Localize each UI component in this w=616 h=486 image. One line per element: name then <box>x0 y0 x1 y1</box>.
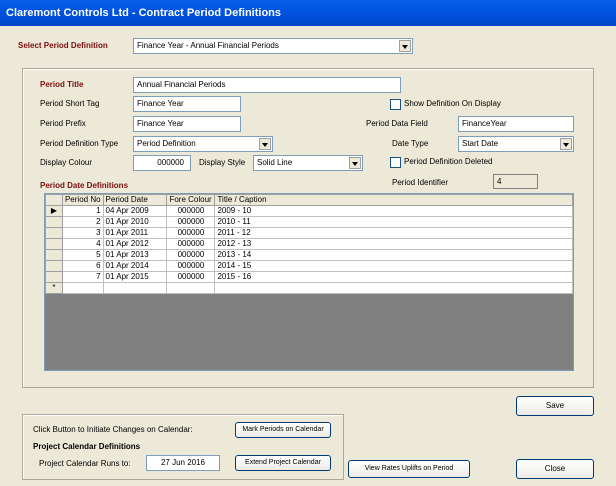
row-selector[interactable] <box>45 249 63 261</box>
cell-period-date[interactable]: 01 Apr 2013 <box>102 249 168 261</box>
cell-title[interactable]: 2011 - 12 <box>214 227 573 239</box>
cell-period-date[interactable]: 01 Apr 2010 <box>102 216 168 228</box>
close-button[interactable]: Close <box>516 459 594 479</box>
column-header[interactable]: Fore Colour <box>166 194 216 206</box>
cell-title[interactable]: 2009 - 10 <box>214 205 573 217</box>
data-field-label: Period Data Field <box>366 119 428 128</box>
cell-period-date[interactable]: 01 Apr 2011 <box>102 227 168 239</box>
short-tag-label: Period Short Tag <box>40 99 100 108</box>
colour-field[interactable]: 000000 <box>133 155 191 171</box>
select-period-dropdown[interactable]: Finance Year - Annual Financial Periods <box>133 38 413 54</box>
cell-period-date[interactable] <box>102 282 168 294</box>
show-definition-label: Show Definition On Display <box>404 99 501 108</box>
cell-title[interactable]: 2014 - 15 <box>214 260 573 272</box>
column-header[interactable]: Title / Caption <box>214 194 573 206</box>
column-header[interactable]: Period Date <box>102 194 168 206</box>
date-type-dropdown[interactable]: Start Date <box>458 136 574 152</box>
row-selector[interactable] <box>45 216 63 228</box>
cell-fore-colour[interactable]: 000000 <box>166 249 216 261</box>
grid-header-row: Period No Period Date Fore Colour Title … <box>45 194 573 206</box>
cell-title[interactable]: 2012 - 13 <box>214 238 573 250</box>
def-type-value: Period Definition <box>137 139 196 148</box>
cell-period-no[interactable]: 6 <box>61 260 104 272</box>
deleted-checkbox[interactable] <box>390 157 401 168</box>
cell-fore-colour[interactable]: 000000 <box>166 205 216 217</box>
column-header[interactable]: Period No <box>61 194 104 206</box>
grid-corner <box>45 194 63 206</box>
identifier-label: Period Identifier <box>392 178 449 187</box>
select-period-value: Finance Year - Annual Financial Periods <box>137 41 279 50</box>
cell-fore-colour[interactable]: 000000 <box>166 271 216 283</box>
period-title-field[interactable]: Annual Financial Periods <box>133 77 401 93</box>
new-row-marker: * <box>45 282 63 294</box>
cell-period-no[interactable]: 7 <box>61 271 104 283</box>
def-type-dropdown[interactable]: Period Definition <box>133 136 273 152</box>
table-row[interactable]: 4 01 Apr 2012 000000 2012 - 13 <box>45 238 573 250</box>
date-type-value: Start Date <box>462 139 499 148</box>
cell-period-date[interactable]: 04 Apr 2009 <box>102 205 168 217</box>
cell-period-no[interactable] <box>61 282 104 294</box>
cell-fore-colour[interactable]: 000000 <box>166 238 216 250</box>
cell-title[interactable]: 2013 - 14 <box>214 249 573 261</box>
colour-label: Display Colour <box>40 158 93 167</box>
prefix-field[interactable]: Finance Year <box>133 116 241 132</box>
extend-calendar-button[interactable]: Extend Project Calendar <box>235 455 331 471</box>
table-row[interactable]: ▶ 1 04 Apr 2009 000000 2009 - 10 <box>45 205 573 217</box>
chevron-down-icon[interactable] <box>560 138 572 150</box>
cell-period-no[interactable]: 4 <box>61 238 104 250</box>
table-row[interactable]: 7 01 Apr 2015 000000 2015 - 16 <box>45 271 573 283</box>
row-selector[interactable] <box>45 260 63 272</box>
dates-heading: Period Date Definitions <box>40 181 129 190</box>
chevron-down-icon[interactable] <box>259 138 271 150</box>
cell-fore-colour[interactable] <box>166 282 216 294</box>
def-type-label: Period Definition Type <box>40 139 119 148</box>
cell-period-date[interactable]: 01 Apr 2012 <box>102 238 168 250</box>
cell-period-no[interactable]: 1 <box>61 205 104 217</box>
cell-fore-colour[interactable]: 000000 <box>166 227 216 239</box>
show-definition-checkbox[interactable] <box>390 99 401 110</box>
calendar-instruction: Click Button to Initiate Changes on Cale… <box>33 425 193 434</box>
table-row[interactable]: 5 01 Apr 2013 000000 2013 - 14 <box>45 249 573 261</box>
row-selector[interactable] <box>45 227 63 239</box>
row-selector[interactable] <box>45 238 63 250</box>
date-type-label: Date Type <box>392 139 429 148</box>
prefix-label: Period Prefix <box>40 119 86 128</box>
data-field-input[interactable]: FinanceYear <box>458 116 574 132</box>
identifier-value: 4 <box>493 174 538 189</box>
cell-title[interactable]: 2010 - 11 <box>214 216 573 228</box>
view-rates-button[interactable]: View Rates Uplifts on Period <box>348 460 470 478</box>
select-period-label: Select Period Definition <box>18 41 108 50</box>
cell-fore-colour[interactable]: 000000 <box>166 260 216 272</box>
window-title: Claremont Controls Ltd - Contract Period… <box>0 0 616 26</box>
chevron-down-icon[interactable] <box>399 40 411 52</box>
cell-fore-colour[interactable]: 000000 <box>166 216 216 228</box>
style-label: Display Style <box>199 158 246 167</box>
cell-period-no[interactable]: 2 <box>61 216 104 228</box>
period-title-label: Period Title <box>40 80 84 89</box>
table-row[interactable]: 2 01 Apr 2010 000000 2010 - 11 <box>45 216 573 228</box>
cell-period-no[interactable]: 5 <box>61 249 104 261</box>
style-dropdown[interactable]: Solid Line <box>253 155 363 171</box>
table-row[interactable]: 6 01 Apr 2014 000000 2014 - 15 <box>45 260 573 272</box>
calendar-heading: Project Calendar Definitions <box>33 442 141 451</box>
row-selector[interactable] <box>45 271 63 283</box>
runs-to-label: Project Calendar Runs to: <box>39 459 131 468</box>
new-row[interactable]: * <box>45 282 573 294</box>
style-value: Solid Line <box>257 158 293 167</box>
cell-title[interactable]: 2015 - 16 <box>214 271 573 283</box>
deleted-label: Period Definition Deleted <box>404 157 493 166</box>
runs-to-field[interactable]: 27 Jun 2016 <box>146 455 220 471</box>
cell-period-date[interactable]: 01 Apr 2015 <box>102 271 168 283</box>
current-row-marker: ▶ <box>45 205 63 217</box>
cell-title[interactable] <box>214 282 573 294</box>
cell-period-date[interactable]: 01 Apr 2014 <box>102 260 168 272</box>
table-row[interactable]: 3 01 Apr 2011 000000 2011 - 12 <box>45 227 573 239</box>
period-dates-grid[interactable]: Period No Period Date Fore Colour Title … <box>44 193 574 371</box>
cell-period-no[interactable]: 3 <box>61 227 104 239</box>
short-tag-field[interactable]: Finance Year <box>133 96 241 112</box>
chevron-down-icon[interactable] <box>349 157 361 169</box>
mark-periods-button[interactable]: Mark Periods on Calendar <box>235 422 331 438</box>
save-button[interactable]: Save <box>516 396 594 416</box>
